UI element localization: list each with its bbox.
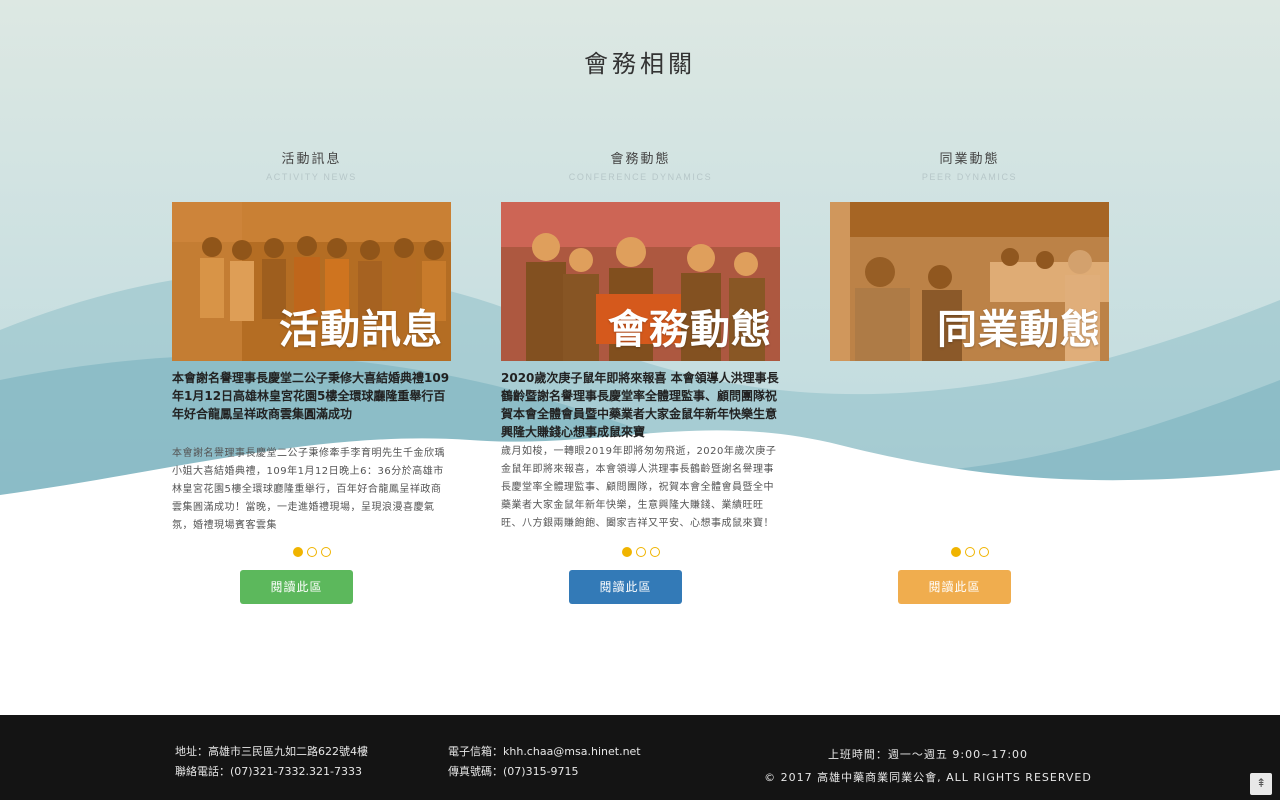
footer-office-hours: 上班時間：週一～週五 9:00~17:00 xyxy=(827,748,1029,761)
carousel-dot-1[interactable] xyxy=(621,547,632,557)
back-to-top-button[interactable]: ⇞ xyxy=(1250,773,1272,795)
carousel-dot-3[interactable] xyxy=(978,547,989,557)
footer-address: 地址：高雄市三民區九如二路622號4樓 xyxy=(175,745,368,758)
carousel-dots xyxy=(830,547,1109,557)
footer-phone: 聯絡電話：(07)321-7332.321-7333 xyxy=(175,765,362,778)
footer-email[interactable]: 電子信箱：khh.chaa@msa.hinet.net xyxy=(448,743,641,759)
carousel-dot-1[interactable] xyxy=(950,547,961,557)
carousel-next-arrow[interactable]: › xyxy=(1080,482,1089,507)
image-caption: 會務動態 xyxy=(608,307,772,353)
conference-dynamics-image[interactable]: 會務動態 xyxy=(501,202,780,361)
carousel-dot-3[interactable] xyxy=(320,547,331,557)
peer-dynamics-image[interactable]: 同業動態 xyxy=(830,202,1109,361)
footer-fax: 傳真號碼：(07)315-9715 xyxy=(448,765,579,778)
carousel-dot-1[interactable] xyxy=(292,547,303,557)
column-heading-en: PEER DYNAMICS xyxy=(921,172,1018,182)
carousel-dot-3[interactable] xyxy=(649,547,660,557)
column-heading-zh: 會務動態 xyxy=(610,152,671,167)
news-title[interactable]: 本會謝名譽理事長慶堂二公子秉修大喜結婚典禮109年1月12日高雄林皇宮花園5樓全… xyxy=(172,369,451,423)
news-title[interactable]: 2020歲次庚子鼠年即將來報喜 本會領導人洪理事長鶴齡暨謝名譽理事長慶堂率全體理… xyxy=(501,369,780,441)
news-excerpt: 歲月如梭，一轉眼2019年即將匆匆飛逝，2020年歲次庚子金鼠年即將來報喜，本會… xyxy=(501,446,777,529)
column-heading-zh: 活動訊息 xyxy=(281,152,342,167)
column-heading: 會務動態 CONFERENCE DYNAMICS xyxy=(501,148,780,182)
footer-copyright: © 2017 高雄中藥商業同業公會, ALL RIGHTS RESERVED xyxy=(764,771,1092,784)
site-footer: 地址：高雄市三民區九如二路622號4樓 聯絡電話：(07)321-7332.32… xyxy=(0,715,1280,800)
carousel-dots xyxy=(501,547,780,557)
image-caption: 同業動態 xyxy=(937,307,1101,353)
read-more-button[interactable]: 閱讀此區 xyxy=(898,570,1011,604)
column-heading-en: ACTIVITY NEWS xyxy=(266,172,357,182)
carousel-dot-2[interactable] xyxy=(635,547,646,557)
carousel-dots xyxy=(172,547,451,557)
column-heading-en: CONFERENCE DYNAMICS xyxy=(568,172,713,182)
carousel-dot-2[interactable] xyxy=(964,547,975,557)
section-title: 會務相關 xyxy=(584,50,696,78)
activity-news-image[interactable]: 活動訊息 xyxy=(172,202,451,361)
carousel-dot-2[interactable] xyxy=(306,547,317,557)
read-more-button[interactable]: 閱讀此區 xyxy=(240,570,353,604)
image-caption: 活動訊息 xyxy=(279,307,443,353)
read-more-button[interactable]: 閱讀此區 xyxy=(569,570,682,604)
column-heading: 活動訊息 ACTIVITY NEWS xyxy=(172,148,451,182)
news-excerpt: 本會謝名譽理事長慶堂二公子秉修牽手李育明先生千金欣瑀小姐大喜結婚典禮，109年1… xyxy=(172,448,445,529)
column-heading: 同業動態 PEER DYNAMICS xyxy=(830,148,1109,182)
column-heading-zh: 同業動態 xyxy=(939,152,1000,167)
carousel-prev-arrow[interactable]: ‹ xyxy=(846,482,855,507)
